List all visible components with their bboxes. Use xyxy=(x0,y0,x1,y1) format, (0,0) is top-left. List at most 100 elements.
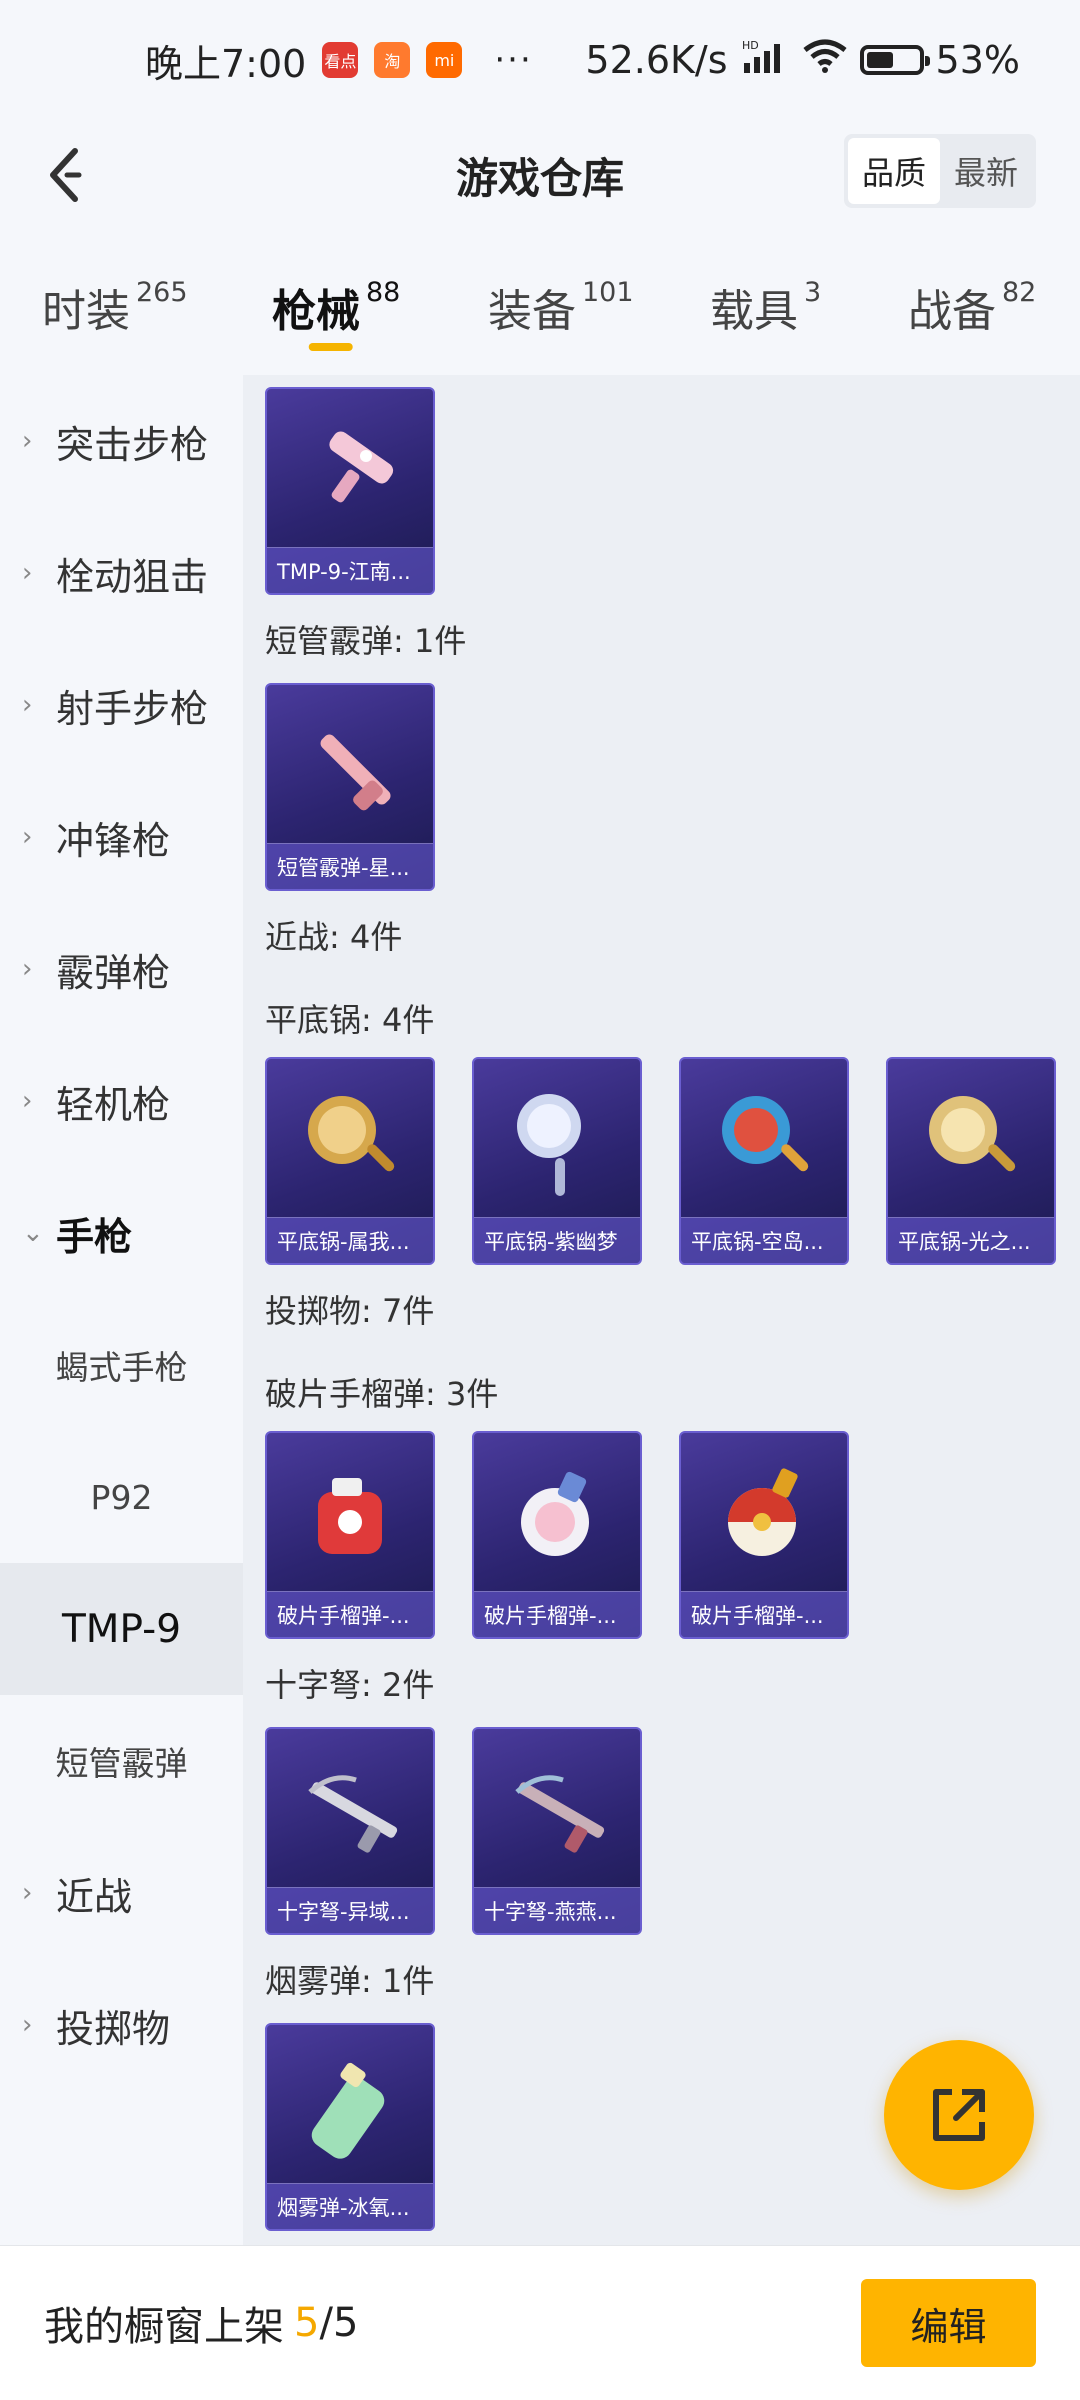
sidebar-item-label: 栓动狙击 xyxy=(56,554,209,599)
tab-count: 3 xyxy=(804,277,822,308)
item-card-name: 烟雾弹-冰氧... xyxy=(267,2183,433,2229)
item-card[interactable]: 破片手榴弹-... xyxy=(265,1431,435,1639)
chevron-right-icon: › xyxy=(22,426,33,456)
sidebar: › 突击步枪 › 栓动狙击 › 射手步枪 › 冲锋枪 › 霰弹枪 › 轻机枪 ⌄… xyxy=(0,375,243,2245)
frying-pan-icon xyxy=(494,1077,624,1207)
page-title: 游戏仓库 xyxy=(455,153,624,203)
tab-fashion[interactable]: 时装 265 xyxy=(42,255,188,339)
tab-count: 82 xyxy=(1002,277,1037,308)
back-button[interactable] xyxy=(30,140,100,210)
sidebar-item-smg[interactable]: › 冲锋枪 xyxy=(0,771,243,903)
sidebar-item-assault-rifle[interactable]: › 突击步枪 xyxy=(0,375,243,507)
sidebar-item-pistol[interactable]: ⌄ 手枪 xyxy=(0,1167,243,1299)
chevron-right-icon: › xyxy=(22,2010,33,2040)
sidebar-item-label: 手枪 xyxy=(56,1214,133,1259)
sidebar-subitem-tmp9[interactable]: TMP-9 xyxy=(0,1563,243,1695)
grenade-icon xyxy=(494,1451,624,1581)
item-card[interactable]: 十字弩-燕燕... xyxy=(472,1727,642,1935)
card-row: 破片手榴弹-... 破片手榴弹-... 破片手榴弹-... xyxy=(265,1431,1080,1639)
item-card-name: 破片手榴弹-... xyxy=(474,1591,640,1637)
chevron-right-icon: › xyxy=(22,822,33,852)
tab-vehicles[interactable]: 载具 3 xyxy=(710,255,821,339)
crossbow-icon xyxy=(494,1747,624,1877)
item-card-name: TMP-9-江南... xyxy=(267,547,433,593)
sidebar-item-label: 突击步枪 xyxy=(56,422,209,467)
sidebar-subitem-p92[interactable]: P92 xyxy=(0,1431,243,1563)
sidebar-item-melee[interactable]: › 近战 xyxy=(0,1827,243,1959)
card-row: 短管霰弹-星... xyxy=(265,683,1080,891)
tab-label: 载具 xyxy=(710,286,798,337)
smoke-grenade-icon xyxy=(287,2043,417,2173)
item-card-name: 平底锅-光之... xyxy=(888,1217,1054,1263)
showcase-bar: 我的橱窗上架 5 / 5 编辑 xyxy=(0,2245,1080,2400)
chevron-right-icon: › xyxy=(22,558,33,588)
signal-icon: HD xyxy=(740,38,790,82)
item-card[interactable]: 烟雾弹-冰氧... xyxy=(265,2023,435,2231)
wifi-icon xyxy=(802,38,848,83)
sort-option-newest[interactable]: 最新 xyxy=(940,138,1032,204)
app-badge-taobao: 淘 xyxy=(374,42,411,78)
sidebar-item-bolt-sniper[interactable]: › 栓动狙击 xyxy=(0,507,243,639)
share-button[interactable] xyxy=(884,2040,1034,2190)
item-card-name: 破片手榴弹-... xyxy=(681,1591,847,1637)
item-card[interactable]: 短管霰弹-星... xyxy=(265,683,435,891)
share-icon xyxy=(933,2089,985,2141)
sidebar-item-label: 投掷物 xyxy=(56,2006,171,2051)
chevron-right-icon: › xyxy=(22,1878,33,1908)
category-tabs: 时装 265 枪械 88 装备 101 载具 3 战备 82 xyxy=(0,255,1080,365)
item-card-name: 平底锅-紫幽梦 xyxy=(474,1217,640,1263)
item-card[interactable]: 平底锅-光之... xyxy=(886,1057,1056,1265)
sidebar-item-lmg[interactable]: › 轻机枪 xyxy=(0,1035,243,1167)
sidebar-item-label: 冲锋枪 xyxy=(56,818,171,863)
showcase-total: 5 xyxy=(332,2300,359,2346)
sidebar-item-label: 轻机枪 xyxy=(56,1082,171,1127)
item-grid: TMP-9-江南... 短管霰弹: 1件 短管霰弹-星... 近战: 4件 平底… xyxy=(243,375,1080,2245)
item-card-name: 破片手榴弹-... xyxy=(267,1591,433,1637)
item-card[interactable]: 平底锅-紫幽梦 xyxy=(472,1057,642,1265)
tab-equipment[interactable]: 装备 101 xyxy=(488,255,634,339)
group-header: 短管霰弹: 1件 xyxy=(265,622,467,660)
showcase-count: 5 xyxy=(294,2300,320,2346)
card-row: TMP-9-江南... xyxy=(265,387,1080,595)
frying-pan-icon xyxy=(287,1077,417,1207)
item-card-name: 短管霰弹-星... xyxy=(267,843,433,889)
card-row: 十字弩-异域... 十字弩-燕燕... xyxy=(265,1727,1080,1935)
sort-toggle: 品质 最新 xyxy=(843,134,1036,208)
item-card[interactable]: 平底锅-空岛... xyxy=(679,1057,849,1265)
page-header: 游戏仓库 品质 最新 xyxy=(0,120,1080,230)
sidebar-item-shotgun[interactable]: › 霰弹枪 xyxy=(0,903,243,1035)
sidebar-item-throwables[interactable]: › 投掷物 xyxy=(0,1959,243,2091)
app-badge-mi: mi xyxy=(426,42,463,78)
shotgun-skin-icon xyxy=(287,703,417,833)
status-overflow-dots: ··· xyxy=(494,40,533,80)
item-card[interactable]: TMP-9-江南... xyxy=(265,387,435,595)
item-card[interactable]: 平底锅-属我... xyxy=(265,1057,435,1265)
item-card[interactable]: 十字弩-异域... xyxy=(265,1727,435,1935)
item-card[interactable]: 破片手榴弹-... xyxy=(472,1431,642,1639)
status-time: 晚上7:00 xyxy=(145,41,307,86)
item-card-name: 十字弩-燕燕... xyxy=(474,1887,640,1933)
battery-percent: 53% xyxy=(935,38,1020,82)
tab-count: 88 xyxy=(366,277,401,308)
hd-label: HD xyxy=(742,39,759,52)
item-card-name: 平底锅-属我... xyxy=(267,1217,433,1263)
grenade-icon xyxy=(701,1451,831,1581)
tab-count: 101 xyxy=(582,277,634,308)
sidebar-item-marksman-rifle[interactable]: › 射手步枪 xyxy=(0,639,243,771)
tab-combat-gear[interactable]: 战备 82 xyxy=(908,255,1036,339)
sidebar-subitem-sawed-off[interactable]: 短管霰弹 xyxy=(0,1695,243,1827)
sidebar-item-label: 射手步枪 xyxy=(56,686,209,731)
sidebar-item-label: 近战 xyxy=(56,1874,133,1919)
sort-option-quality[interactable]: 品质 xyxy=(847,138,940,204)
edit-button[interactable]: 编辑 xyxy=(861,2279,1036,2367)
chevron-left-icon xyxy=(50,148,82,202)
sidebar-subitem-scorpion[interactable]: 蝎式手枪 xyxy=(0,1299,243,1431)
item-card-name: 平底锅-空岛... xyxy=(681,1217,847,1263)
chevron-down-icon: ⌄ xyxy=(22,1218,44,1248)
tab-firearms[interactable]: 枪械 88 xyxy=(272,255,401,351)
tab-label: 战备 xyxy=(908,286,996,337)
group-header: 十字弩: 2件 xyxy=(265,1666,435,1704)
tab-label: 枪械 xyxy=(272,286,360,337)
item-card-name: 十字弩-异域... xyxy=(267,1887,433,1933)
item-card[interactable]: 破片手榴弹-... xyxy=(679,1431,849,1639)
